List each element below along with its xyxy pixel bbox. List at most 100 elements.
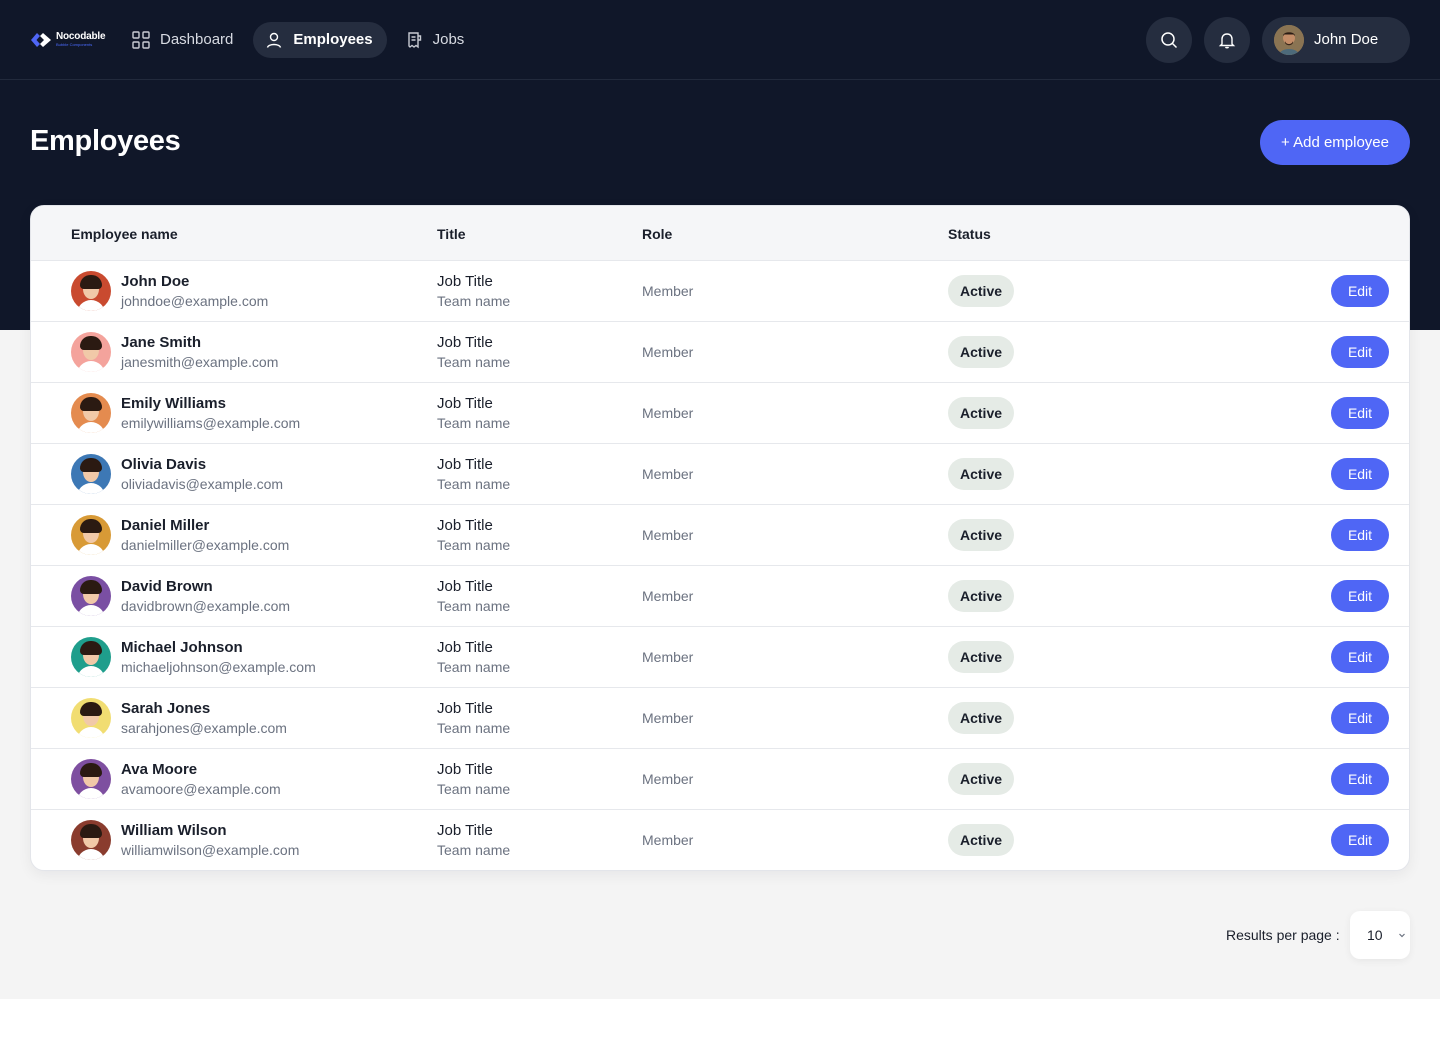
job-title: Job Title: [437, 395, 493, 412]
nav-item-employees[interactable]: Employees: [253, 21, 387, 58]
edit-button[interactable]: Edit: [1331, 458, 1389, 490]
document-icon: [407, 31, 421, 48]
employee-role: Member: [642, 710, 694, 726]
employee-name: Michael Johnson: [121, 639, 243, 656]
employee-role: Member: [642, 771, 694, 787]
edit-button[interactable]: Edit: [1331, 580, 1389, 612]
column-header-title[interactable]: Title: [437, 226, 466, 242]
avatar: [71, 393, 111, 433]
employee-email: johndoe@example.com: [121, 293, 269, 309]
status-badge: Active: [948, 275, 1015, 307]
edit-button[interactable]: Edit: [1331, 641, 1389, 673]
job-title: Job Title: [437, 761, 493, 778]
main-nav: Dashboard Employees Jobs: [120, 21, 479, 58]
column-header-name[interactable]: Employee name: [71, 226, 178, 242]
top-navigation: Nocodable Bubble Components Dashboard Em…: [0, 0, 1440, 80]
status-badge: Active: [948, 763, 1015, 795]
table-row: Olivia Davis oliviadavis@example.com Job…: [31, 444, 1409, 505]
status-badge: Active: [948, 519, 1015, 551]
employee-name: Sarah Jones: [121, 700, 211, 717]
edit-button[interactable]: Edit: [1331, 702, 1389, 734]
job-title: Job Title: [437, 334, 493, 351]
employee-email: oliviadavis@example.com: [121, 476, 284, 492]
nav-label-dashboard: Dashboard: [160, 31, 234, 48]
table-body: John Doe johndoe@example.com Job Title T…: [31, 261, 1409, 870]
status-badge: Active: [948, 397, 1015, 429]
job-title: Job Title: [437, 639, 493, 656]
column-header-status[interactable]: Status: [948, 226, 991, 242]
employee-name: Daniel Miller: [121, 517, 210, 534]
user-icon: [267, 32, 282, 48]
avatar: [71, 454, 111, 494]
search-button[interactable]: [1146, 16, 1192, 63]
job-title: Job Title: [437, 578, 493, 595]
employee-email: michaeljohnson@example.com: [121, 659, 316, 675]
team-name: Team name: [437, 598, 511, 614]
avatar: [71, 515, 111, 555]
nav-label-employees: Employees: [293, 31, 373, 48]
employee-role: Member: [642, 649, 694, 665]
status-badge: Active: [948, 580, 1015, 612]
search-icon: [1161, 31, 1178, 48]
employee-role: Member: [642, 832, 694, 848]
employee-name: David Brown: [121, 578, 213, 595]
status-badge: Active: [948, 641, 1015, 673]
edit-button[interactable]: Edit: [1331, 336, 1389, 368]
employee-role: Member: [642, 283, 694, 299]
team-name: Team name: [437, 354, 511, 370]
brand-logo[interactable]: Nocodable Bubble Components: [30, 32, 112, 48]
status-badge: Active: [948, 702, 1015, 734]
employee-name: Emily Williams: [121, 395, 226, 412]
avatar: [71, 332, 111, 372]
job-title: Job Title: [437, 456, 493, 473]
nav-item-dashboard[interactable]: Dashboard: [120, 22, 247, 58]
table-row: Ava Moore avamoore@example.com Job Title…: [31, 749, 1409, 810]
table-row: Sarah Jones sarahjones@example.com Job T…: [31, 688, 1409, 749]
results-per-page-label: Results per page :: [1226, 927, 1340, 943]
logo-name: Nocodable: [56, 31, 106, 42]
employee-name: John Doe: [121, 273, 190, 290]
user-name: John Doe: [1314, 31, 1379, 48]
team-name: Team name: [437, 537, 511, 553]
avatar: [71, 759, 111, 799]
user-menu[interactable]: John Doe: [1262, 16, 1410, 63]
job-title: Job Title: [437, 517, 493, 534]
employee-role: Member: [642, 405, 694, 421]
edit-button[interactable]: Edit: [1331, 397, 1389, 429]
employee-email: davidbrown@example.com: [121, 598, 291, 614]
table-header: Employee name Title Role Status: [31, 206, 1409, 261]
team-name: Team name: [437, 476, 511, 492]
team-name: Team name: [437, 659, 511, 675]
column-header-role[interactable]: Role: [642, 226, 672, 242]
job-title: Job Title: [437, 700, 493, 717]
employee-email: danielmiller@example.com: [121, 537, 290, 553]
employee-role: Member: [642, 466, 694, 482]
results-per-page-select[interactable]: 10: [1350, 911, 1410, 959]
edit-button[interactable]: Edit: [1331, 824, 1389, 856]
add-employee-button[interactable]: + Add employee: [1260, 120, 1410, 165]
job-title: Job Title: [437, 822, 493, 839]
nav-actions: John Doe: [1146, 16, 1410, 63]
table-row: Michael Johnson michaeljohnson@example.c…: [31, 627, 1409, 688]
employee-email: janesmith@example.com: [121, 354, 279, 370]
edit-button[interactable]: Edit: [1331, 519, 1389, 551]
logo-mark-icon: [31, 32, 51, 47]
page: Nocodable Bubble Components Dashboard Em…: [0, 0, 1440, 1059]
table-row: Jane Smith janesmith@example.com Job Tit…: [31, 322, 1409, 383]
employee-role: Member: [642, 527, 694, 543]
employee-email: sarahjones@example.com: [121, 720, 287, 736]
chevron-down-icon: [1399, 933, 1405, 938]
edit-button[interactable]: Edit: [1331, 763, 1389, 795]
employee-role: Member: [642, 344, 694, 360]
table-row: John Doe johndoe@example.com Job Title T…: [31, 261, 1409, 322]
team-name: Team name: [437, 842, 511, 858]
employee-name: Jane Smith: [121, 334, 202, 351]
notifications-button[interactable]: [1204, 16, 1250, 63]
table-row: Emily Williams emilywilliams@example.com…: [31, 383, 1409, 444]
employee-role: Member: [642, 588, 694, 604]
page-title: Employees: [30, 125, 181, 157]
job-title: Job Title: [437, 273, 493, 290]
team-name: Team name: [437, 781, 511, 797]
nav-item-jobs[interactable]: Jobs: [393, 22, 479, 58]
edit-button[interactable]: Edit: [1331, 275, 1389, 307]
